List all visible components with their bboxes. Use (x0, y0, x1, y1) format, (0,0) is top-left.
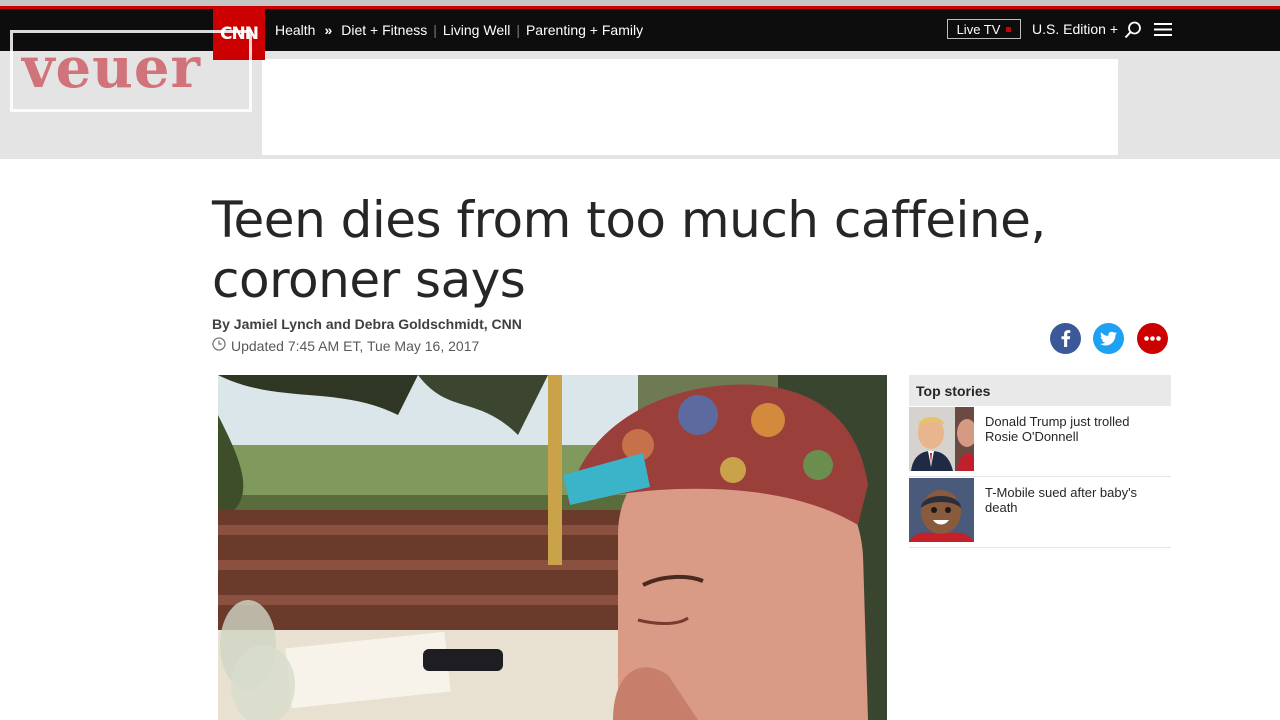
article-headline: Teen dies from too much caffeine, coroner… (212, 190, 1072, 310)
twitter-share-button[interactable] (1093, 323, 1124, 354)
hamburger-menu-icon[interactable] (1154, 22, 1172, 42)
advertisement-slot[interactable] (262, 59, 1118, 155)
updated-text: Updated 7:45 AM ET, Tue May 16, 2017 (231, 337, 480, 354)
nav-section-health[interactable]: Health (273, 22, 317, 38)
nav-item-parenting-family[interactable]: Parenting + Family (524, 22, 645, 38)
nav-item-living-well[interactable]: Living Well (441, 22, 512, 38)
headline-line-2: coroner says (212, 251, 526, 309)
article-hero-image[interactable] (218, 375, 887, 720)
facebook-share-button[interactable] (1050, 323, 1081, 354)
more-options-icon (1144, 336, 1161, 341)
top-story-item[interactable]: T-Mobile sued after baby's death (909, 477, 1171, 548)
top-stories-panel: Top stories Donald Trump just trolled Ros… (909, 375, 1171, 548)
story-thumbnail[interactable] (909, 407, 974, 471)
live-tv-button[interactable]: Live TV (947, 19, 1021, 39)
headline-line-1: Teen dies from too much caffeine, (212, 191, 1046, 249)
more-share-button[interactable] (1137, 323, 1168, 354)
story-thumbnail[interactable] (909, 478, 974, 542)
live-tv-label: Live TV (956, 21, 1001, 37)
top-stories-heading: Top stories (909, 375, 1171, 406)
story-headline-line-1: Donald Trump just trolled (985, 414, 1130, 429)
article-timestamp: Updated 7:45 AM ET, Tue May 16, 2017 (212, 337, 479, 354)
twitter-icon (1100, 331, 1117, 346)
story-headline-line-1: T-Mobile sued after baby's (985, 485, 1138, 500)
nav-divider: | (433, 22, 437, 38)
watermark-logo-text: veuer (22, 35, 202, 101)
story-headline-line-2: death (985, 500, 1018, 515)
story-headline[interactable]: Donald Trump just trolled Rosie O'Donnell (974, 407, 1130, 444)
section-nav: Health » Diet + Fitness | Living Well | … (273, 9, 645, 51)
facebook-icon (1061, 330, 1071, 347)
clock-icon (212, 337, 226, 354)
story-headline-line-2: Rosie O'Donnell (985, 429, 1079, 444)
live-indicator-icon (1006, 26, 1012, 32)
nav-chevron-icon: » (324, 22, 333, 38)
nav-divider: | (516, 22, 520, 38)
story-headline[interactable]: T-Mobile sued after baby's death (974, 478, 1137, 515)
nav-item-diet-fitness[interactable]: Diet + Fitness (339, 22, 429, 38)
search-icon[interactable] (1124, 21, 1142, 44)
top-story-item[interactable]: Donald Trump just trolled Rosie O'Donnell (909, 406, 1171, 477)
veuer-watermark: veuer (10, 30, 252, 112)
edition-selector[interactable]: U.S. Edition + (1032, 21, 1118, 37)
article-byline: By Jamiel Lynch and Debra Goldschmidt, C… (212, 316, 522, 332)
teen-photo-illustration (218, 375, 887, 720)
